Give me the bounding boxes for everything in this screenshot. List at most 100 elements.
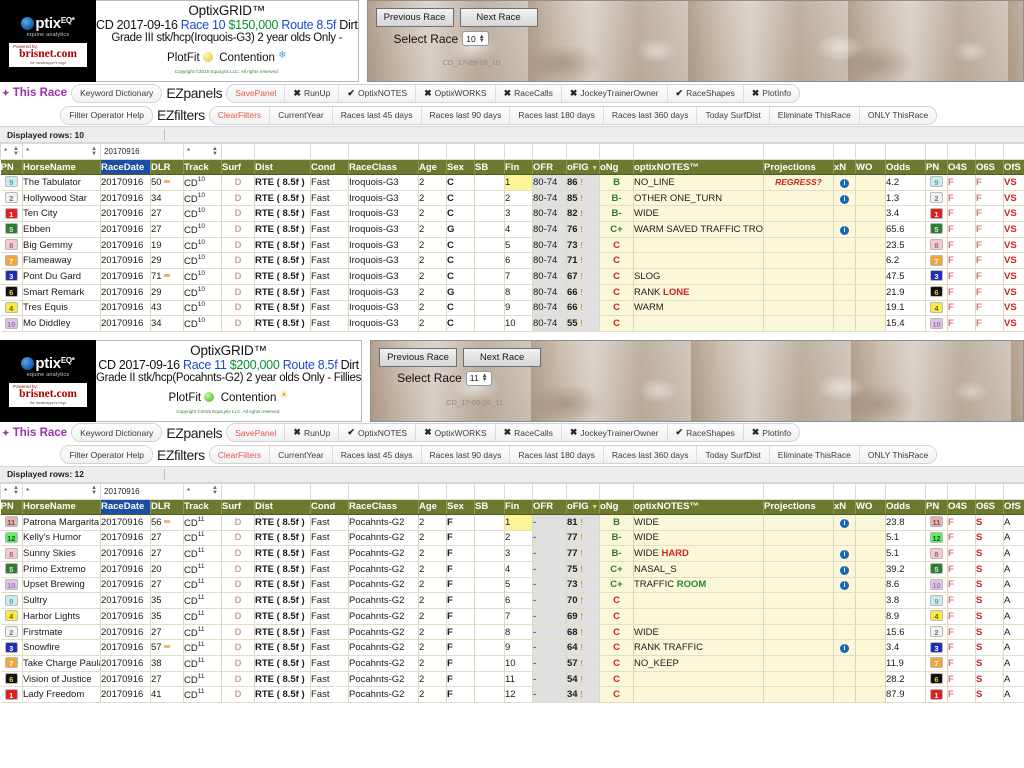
table-row[interactable]: 1 Ten City 20170916 27 CD10 D RTE ( 8.5f…	[0, 205, 1024, 223]
filter-stepper-icon[interactable]: ▲ ▼	[212, 146, 218, 157]
column-header-pn-0[interactable]: PN	[0, 159, 23, 175]
filter-cell-horsename[interactable]: * ▲ ▼	[22, 482, 101, 500]
this-race-label[interactable]: ✦ This Race	[2, 87, 71, 99]
column-header-ofr-13[interactable]: OFR	[532, 159, 567, 175]
filter-stepper-icon[interactable]: ▲ ▼	[13, 146, 19, 157]
column-header-dist-6[interactable]: Dist	[254, 159, 311, 175]
ezpanel-optixnotes[interactable]: ✔ OptixNOTES	[339, 424, 417, 442]
column-header-track-4[interactable]: Track	[183, 159, 222, 175]
filter-cell-empty[interactable]	[474, 143, 505, 160]
filter-cell-empty[interactable]	[504, 143, 533, 160]
filter-cell-empty[interactable]	[925, 482, 948, 500]
filter-cell-empty[interactable]	[833, 482, 856, 500]
cell-horsename[interactable]: Hollywood Star	[22, 190, 101, 207]
table-row[interactable]: 9 The Tabulator 20170916 50 CD10 D RTE (…	[0, 174, 1024, 191]
ezfilter-races-last-45-days[interactable]: Races last 45 days	[332, 446, 422, 464]
column-header-ofr-13[interactable]: OFR	[532, 499, 567, 515]
ezfilter-today-surfdist[interactable]: Today SurfDist	[697, 106, 770, 124]
column-header-xn-18[interactable]: xN	[833, 159, 856, 175]
table-row[interactable]: 11 Patrona Margarita 20170916 56 CD11 D …	[0, 514, 1024, 531]
filter-cell-empty[interactable]	[348, 482, 419, 500]
table-row[interactable]: 4 Tres Equis 20170916 43 CD10 D RTE ( 8.…	[0, 300, 1024, 317]
filter-cell-empty[interactable]	[504, 482, 533, 500]
ezfilter-clearfilters[interactable]: ClearFilters	[209, 446, 271, 464]
stepper-arrows-icon[interactable]: ▲ ▼	[482, 373, 488, 383]
previous-race-button[interactable]: Previous Race	[375, 8, 454, 27]
ezfilter-races-last-180-days[interactable]: Races last 180 days	[510, 446, 604, 464]
ezpanel-optixnotes[interactable]: ✔ OptixNOTES	[339, 84, 417, 102]
table-row[interactable]: 3 Snowfire 20170916 57 CD11 D RTE ( 8.5f…	[0, 639, 1024, 657]
table-row[interactable]: 7 Take Charge Paula 20170916 38 CD11 D R…	[0, 655, 1024, 672]
filter-cell-empty[interactable]	[855, 143, 886, 160]
cell-horsename[interactable]: Sultry	[22, 592, 101, 609]
column-header-optixnotes-16[interactable]: optixNOTES™	[633, 499, 764, 515]
info-icon[interactable]: i	[840, 644, 849, 654]
next-race-button[interactable]: Next Race	[463, 347, 542, 367]
filter-cell-empty[interactable]	[446, 482, 475, 500]
filter-cell-racedate[interactable]: 20170916	[100, 143, 184, 160]
table-row[interactable]: 5 Ebben 20170916 27 CD10 D RTE ( 8.5f ) …	[0, 221, 1024, 238]
plotfit-label[interactable]: PlotFit	[169, 392, 202, 404]
ezpanel-optixworks[interactable]: ✖ OptixWORKS	[416, 424, 496, 442]
ezfilter-races-last-90-days[interactable]: Races last 90 days	[421, 446, 511, 464]
cell-horsename[interactable]: Ebben	[22, 221, 101, 238]
ezpanel-savepanel[interactable]: SavePanel	[227, 424, 286, 442]
cell-horsename[interactable]: Firstmate	[22, 624, 101, 641]
select-race-stepper[interactable]: 10 ▲ ▼	[462, 31, 489, 46]
info-icon[interactable]: i	[840, 550, 849, 560]
cell-horsename[interactable]: Patrona Margarita	[22, 514, 101, 531]
column-header-o6s-23[interactable]: O6S	[975, 159, 1004, 175]
filter-cell-empty[interactable]	[254, 482, 311, 500]
column-header-projections-17[interactable]: Projections	[763, 499, 834, 515]
column-header-dlr-3[interactable]: DLR	[150, 159, 184, 175]
column-header-raceclass-8[interactable]: RaceClass	[348, 159, 419, 175]
table-row[interactable]: 10 Mo Diddley 20170916 34 CD10 D RTE ( 8…	[0, 315, 1024, 332]
column-header-racedate-2[interactable]: RaceDate	[100, 159, 151, 175]
cell-horsename[interactable]: Upset Brewing	[22, 577, 101, 594]
table-row[interactable]: 2 Firstmate 20170916 27 CD11 D RTE ( 8.5…	[0, 624, 1024, 641]
column-header-cond-7[interactable]: Cond	[310, 159, 349, 175]
cell-horsename[interactable]: Smart Remark	[22, 284, 101, 301]
filter-cell-empty[interactable]	[885, 143, 926, 160]
ezfilter-races-last-360-days[interactable]: Races last 360 days	[603, 446, 698, 464]
column-header-fin-12[interactable]: Fin	[504, 159, 533, 175]
filter-cell-empty[interactable]	[221, 482, 255, 500]
ezfilter-currentyear[interactable]: CurrentYear	[270, 446, 333, 464]
column-header-racedate-2[interactable]: RaceDate	[100, 499, 151, 515]
ezpanel-racecalls[interactable]: ✖ RaceCalls	[495, 84, 562, 102]
column-header-dist-6[interactable]: Dist	[254, 499, 311, 515]
table-row[interactable]: 8 Sunny Skies 20170916 27 CD11 D RTE ( 8…	[0, 545, 1024, 562]
filter-stepper-icon[interactable]: ▲ ▼	[91, 146, 97, 157]
column-header-optixnotes-16[interactable]: optixNOTES™	[633, 159, 764, 175]
table-row[interactable]: 5 Primo Extremo 20170916 20 CD11 D RTE (…	[0, 561, 1024, 578]
column-header-o4s-22[interactable]: O4S	[947, 499, 976, 515]
column-header-o6s-23[interactable]: O6S	[975, 499, 1004, 515]
column-header-age-9[interactable]: Age	[418, 499, 447, 515]
cell-horsename[interactable]: Harbor Lights	[22, 608, 101, 625]
stepper-arrows-icon[interactable]: ▲ ▼	[479, 34, 485, 44]
filter-cell-empty[interactable]	[446, 143, 475, 160]
column-header-dlr-3[interactable]: DLR	[150, 499, 184, 515]
cell-horsename[interactable]: Ten City	[22, 205, 101, 223]
filter-cell-empty[interactable]	[633, 143, 764, 160]
cell-horsename[interactable]: Primo Extremo	[22, 561, 101, 578]
cell-horsename[interactable]: Sunny Skies	[22, 545, 101, 562]
previous-race-button[interactable]: Previous Race	[379, 347, 458, 367]
column-header-surf-5[interactable]: Surf	[221, 499, 255, 515]
ezfilter-eliminate-thisrace[interactable]: Eliminate ThisRace	[769, 446, 860, 464]
cell-horsename[interactable]: Vision of Justice	[22, 671, 101, 688]
table-row[interactable]: 2 Hollywood Star 20170916 34 CD10 D RTE …	[0, 190, 1024, 207]
column-header-ong-15[interactable]: oNg	[599, 159, 634, 175]
ezfilter-currentyear[interactable]: CurrentYear	[270, 106, 333, 124]
ezpanel-runup[interactable]: ✖ RunUp	[285, 84, 340, 102]
info-icon[interactable]: i	[840, 225, 849, 235]
ezpanel-plotinfo[interactable]: ✖ PlotInfo	[743, 424, 800, 442]
filter-cell-empty[interactable]	[925, 143, 948, 160]
table-row[interactable]: 6 Vision of Justice 20170916 27 CD11 D R…	[0, 671, 1024, 688]
filter-cell-empty[interactable]	[885, 482, 926, 500]
cell-horsename[interactable]: Take Charge Paula	[22, 655, 101, 672]
table-row[interactable]: 4 Harbor Lights 20170916 35 CD11 D RTE (…	[0, 608, 1024, 625]
filter-cell-racedate[interactable]: 20170916	[100, 482, 184, 500]
filter-cell-empty[interactable]	[310, 143, 349, 160]
filter-cell-empty[interactable]	[348, 143, 419, 160]
